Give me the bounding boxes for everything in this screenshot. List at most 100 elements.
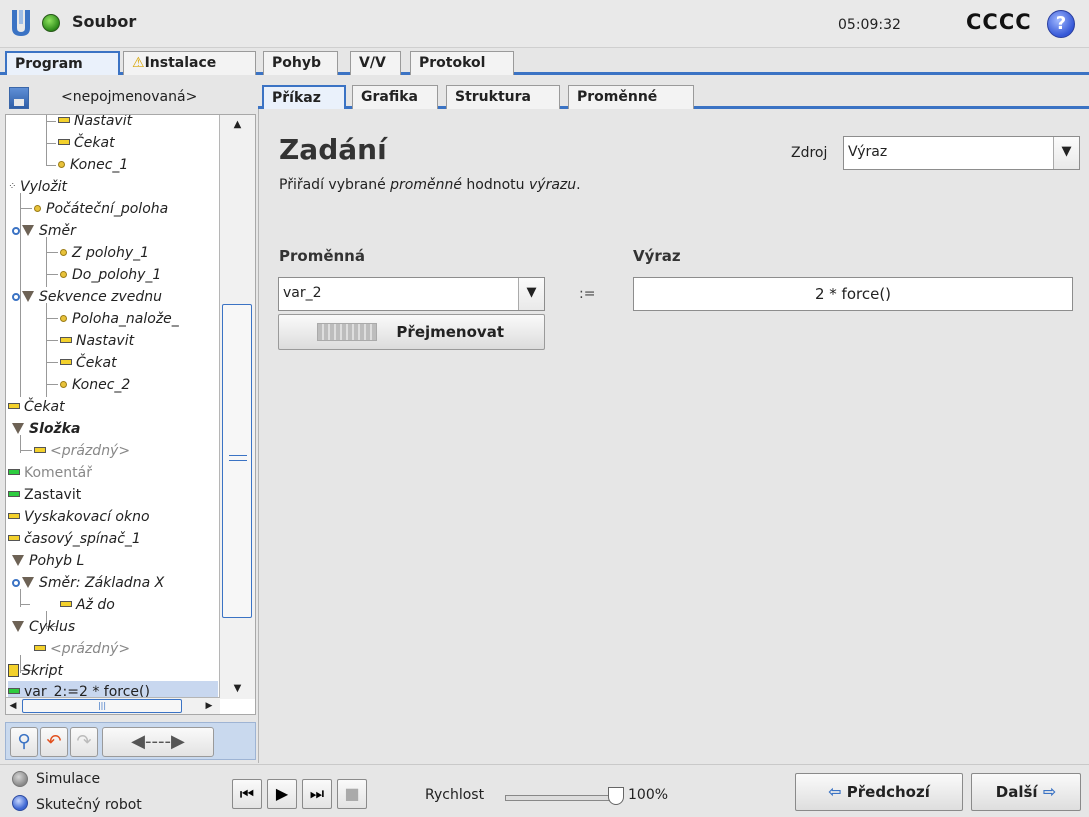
- expand-icon[interactable]: [12, 227, 20, 235]
- robot-status-icon: [42, 14, 60, 32]
- tree-node[interactable]: Nastavit: [60, 330, 134, 352]
- tree-connector: [46, 115, 47, 165]
- tree-node[interactable]: Skript: [8, 660, 63, 682]
- comment-icon: [8, 469, 20, 475]
- tree-connector: [46, 143, 56, 144]
- tree-node[interactable]: časový_spínač_1: [8, 528, 141, 550]
- tree-node[interactable]: <prázdný>: [34, 440, 130, 462]
- tab-program[interactable]: Program: [5, 51, 120, 75]
- tab-log[interactable]: Protokol: [410, 51, 514, 75]
- tree-node[interactable]: Počáteční_poloha: [34, 198, 168, 220]
- expression-field[interactable]: 2 * force(): [633, 277, 1073, 311]
- chevron-down-icon[interactable]: ▼: [518, 278, 544, 310]
- speed-value: 100%: [628, 787, 669, 803]
- simulation-radio[interactable]: [12, 771, 28, 787]
- tree-vertical-scrollbar[interactable]: ▲ ▼: [219, 115, 255, 699]
- program-tree: Nastavit Čekat Konec_1 ⁘ Vyložit Počátečn…: [5, 114, 256, 715]
- main-tab-bar: Program ⚠Instalace Pohyb V/V Protokol: [0, 49, 1089, 75]
- tree-node[interactable]: Až do: [60, 594, 115, 616]
- until-icon: [60, 601, 72, 607]
- tab-variables[interactable]: Proměnné: [568, 85, 694, 109]
- source-select[interactable]: Výraz ▼: [843, 136, 1080, 170]
- next-button[interactable]: Další ⇨: [971, 773, 1081, 811]
- tab-io[interactable]: V/V: [350, 51, 401, 75]
- search-icon[interactable]: ⚲: [10, 727, 38, 757]
- tree-node[interactable]: Zastavit: [8, 484, 81, 506]
- tab-installation[interactable]: ⚠Instalace: [123, 51, 256, 75]
- help-icon[interactable]: ?: [1047, 10, 1075, 38]
- tab-move[interactable]: Pohyb: [263, 51, 338, 75]
- play-icon[interactable]: ▶: [267, 779, 297, 809]
- rewind-icon[interactable]: ⏮: [232, 779, 262, 809]
- tree-node[interactable]: Z polohy_1: [60, 242, 149, 264]
- tree-node[interactable]: Čekat: [60, 352, 117, 374]
- tree-node[interactable]: Nastavit: [58, 115, 132, 132]
- tree-horizontal-scrollbar[interactable]: ◀ ||| ▶: [6, 697, 220, 714]
- scroll-left-icon[interactable]: ◀: [6, 698, 20, 714]
- tree-node[interactable]: Komentář: [8, 462, 92, 484]
- real-robot-radio[interactable]: [12, 795, 28, 811]
- tree-node[interactable]: Konec_1: [58, 154, 128, 176]
- waypoint-icon: [60, 380, 67, 388]
- program-name: <nepojmenovaná>: [61, 89, 198, 105]
- tree-node[interactable]: Směr: [12, 220, 76, 242]
- waypoint-icon: [60, 314, 67, 322]
- scroll-thumb[interactable]: |||: [22, 699, 182, 713]
- grip-icon: [229, 455, 247, 461]
- ur-logo-icon: [12, 10, 30, 36]
- scroll-down-icon[interactable]: ▼: [220, 679, 255, 699]
- wait-icon: [8, 403, 20, 409]
- scroll-thumb[interactable]: [222, 304, 252, 618]
- tree-node[interactable]: Složka: [12, 418, 80, 440]
- speed-slider[interactable]: [505, 795, 620, 801]
- stop-icon[interactable]: ■: [337, 779, 367, 809]
- tree-connector: [46, 237, 47, 287]
- move-node-icon[interactable]: ◀----▶: [102, 727, 214, 757]
- variable-select[interactable]: var_2 ▼: [278, 277, 545, 311]
- program-tree-panel: <nepojmenovaná> Nastavit Čekat Konec_1 ⁘…: [5, 79, 256, 763]
- tree-toolbar: ⚲ ↶ ↷ ◀----▶: [5, 722, 256, 760]
- redo-icon[interactable]: ↷: [70, 727, 98, 757]
- tree-connector: [46, 384, 58, 385]
- speed-slider-knob[interactable]: [608, 787, 624, 805]
- tree-node[interactable]: ⁘ Vyložit: [8, 176, 67, 198]
- tab-command[interactable]: Příkaz: [262, 85, 346, 109]
- rename-button[interactable]: Přejmenovat: [278, 314, 545, 350]
- tree-node[interactable]: Poloha_nalože_: [60, 308, 179, 330]
- tree-node[interactable]: Vyskakovací okno: [8, 506, 150, 528]
- tree-node[interactable]: Čekat: [8, 396, 65, 418]
- tab-structure[interactable]: Struktura: [446, 85, 560, 109]
- tree-connector: [20, 450, 32, 451]
- set-icon: [58, 117, 70, 123]
- file-menu[interactable]: Soubor: [72, 12, 136, 31]
- expand-icon[interactable]: [12, 293, 20, 301]
- waypoint-icon: [34, 204, 41, 212]
- direction-icon: [22, 576, 34, 588]
- tree-connector: [46, 274, 58, 275]
- chevron-down-icon[interactable]: ▼: [1053, 137, 1079, 169]
- tree-node[interactable]: Sekvence zvednu: [12, 286, 162, 308]
- tree-connector: [46, 318, 58, 319]
- stop-icon: [8, 491, 20, 497]
- undo-icon[interactable]: ↶: [40, 727, 68, 757]
- save-icon[interactable]: [9, 87, 29, 109]
- previous-button[interactable]: ⇦ Předchozí: [795, 773, 963, 811]
- wait-icon: [60, 359, 72, 365]
- source-label: Zdroj: [791, 145, 828, 161]
- tree-connector: [20, 208, 32, 209]
- tree-node[interactable]: <prázdný>: [34, 638, 130, 660]
- tree-node[interactable]: Směr: Základna X: [12, 572, 164, 594]
- step-icon[interactable]: ⏭: [302, 779, 332, 809]
- tree-node[interactable]: Pohyb L: [12, 550, 84, 572]
- tree-node[interactable]: Do_polohy_1: [60, 264, 161, 286]
- expand-icon[interactable]: [12, 579, 20, 587]
- tree-node[interactable]: Čekat: [58, 132, 115, 154]
- scroll-right-icon[interactable]: ▶: [202, 698, 216, 714]
- tab-graphics[interactable]: Grafika: [352, 85, 438, 109]
- tree-node[interactable]: Cyklus: [12, 616, 75, 638]
- loop-icon: [12, 620, 24, 632]
- tree-node[interactable]: Konec_2: [60, 374, 130, 396]
- keyboard-icon: [317, 323, 377, 341]
- page-description: Přiřadí vybrané proměnné hodnotu výrazu.: [279, 177, 581, 193]
- scroll-up-icon[interactable]: ▲: [220, 115, 255, 135]
